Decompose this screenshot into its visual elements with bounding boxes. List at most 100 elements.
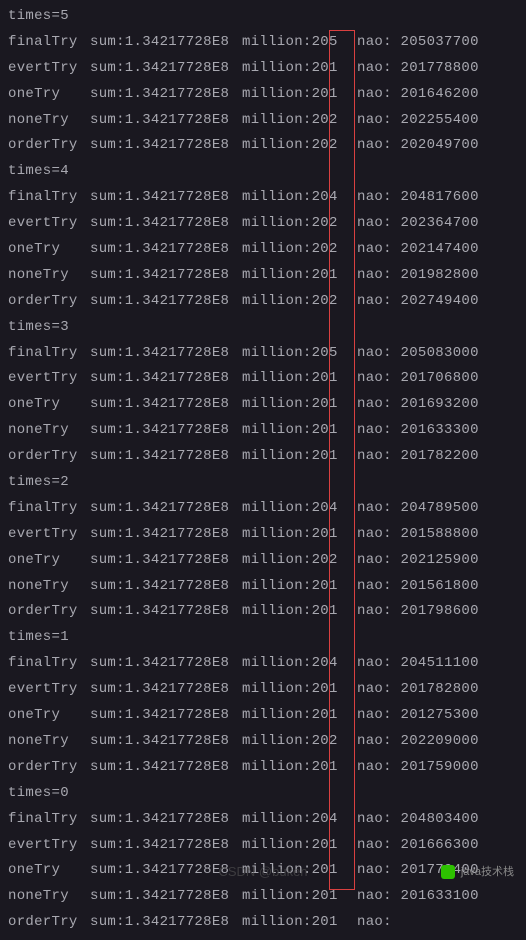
log-row: orderTrysum:1.34217728E8million:201nao: … [8, 599, 518, 625]
times-label: times=5 [8, 4, 518, 30]
col-nao: nao: 204789500 [357, 496, 479, 522]
log-row: evertTrysum:1.34217728E8million:201nao: … [8, 833, 518, 859]
col-million: million:204 [242, 496, 357, 522]
log-row: noneTrysum:1.34217728E8million:201nao: 2… [8, 574, 518, 600]
col-sum: sum:1.34217728E8 [90, 651, 242, 677]
col-million: million:202 [242, 108, 357, 134]
col-nao: nao: [357, 910, 401, 936]
log-row: noneTrysum:1.34217728E8million:202nao: 2… [8, 729, 518, 755]
col-name: finalTry [8, 30, 90, 56]
col-sum: sum:1.34217728E8 [90, 807, 242, 833]
col-sum: sum:1.34217728E8 [90, 263, 242, 289]
times-label: times=0 [8, 781, 518, 807]
log-row: oneTrysum:1.34217728E8million:201nao: 20… [8, 82, 518, 108]
col-nao: nao: 201706800 [357, 366, 479, 392]
col-million: million:202 [242, 729, 357, 755]
col-million: million:201 [242, 56, 357, 82]
times-label: times=3 [8, 315, 518, 341]
col-name: evertTry [8, 833, 90, 859]
col-million: million:201 [242, 677, 357, 703]
log-row: orderTrysum:1.34217728E8million:202nao: … [8, 133, 518, 159]
log-row: evertTrysum:1.34217728E8million:201nao: … [8, 677, 518, 703]
col-million: million:204 [242, 185, 357, 211]
log-row: finalTrysum:1.34217728E8million:204nao: … [8, 651, 518, 677]
col-million: million:201 [242, 263, 357, 289]
col-sum: sum:1.34217728E8 [90, 211, 242, 237]
col-million: million:201 [242, 82, 357, 108]
col-name: oneTry [8, 82, 90, 108]
wechat-icon [441, 865, 455, 879]
col-sum: sum:1.34217728E8 [90, 82, 242, 108]
col-name: noneTry [8, 418, 90, 444]
col-name: finalTry [8, 496, 90, 522]
col-name: evertTry [8, 56, 90, 82]
col-million: million:202 [242, 237, 357, 263]
col-sum: sum:1.34217728E8 [90, 392, 242, 418]
col-sum: sum:1.34217728E8 [90, 677, 242, 703]
log-row: evertTrysum:1.34217728E8million:201nao: … [8, 366, 518, 392]
col-million: million:202 [242, 133, 357, 159]
col-million: million:202 [242, 548, 357, 574]
log-row: evertTrysum:1.34217728E8million:201nao: … [8, 522, 518, 548]
wechat-watermark: java技术栈 [441, 862, 514, 882]
col-sum: sum:1.34217728E8 [90, 418, 242, 444]
col-nao: nao: 202255400 [357, 108, 479, 134]
col-name: finalTry [8, 651, 90, 677]
col-sum: sum:1.34217728E8 [90, 884, 242, 910]
col-nao: nao: 204803400 [357, 807, 479, 833]
col-name: finalTry [8, 341, 90, 367]
col-sum: sum:1.34217728E8 [90, 833, 242, 859]
log-row: noneTrysum:1.34217728E8million:201nao: 2… [8, 884, 518, 910]
col-sum: sum:1.34217728E8 [90, 108, 242, 134]
col-sum: sum:1.34217728E8 [90, 30, 242, 56]
log-row: orderTrysum:1.34217728E8million:202nao: … [8, 289, 518, 315]
col-nao: nao: 201798600 [357, 599, 479, 625]
col-name: finalTry [8, 185, 90, 211]
col-name: noneTry [8, 108, 90, 134]
col-name: orderTry [8, 133, 90, 159]
console-output: times=5finalTrysum:1.34217728E8million:2… [0, 0, 526, 940]
col-million: million:205 [242, 341, 357, 367]
col-sum: sum:1.34217728E8 [90, 729, 242, 755]
log-row: orderTrysum:1.34217728E8million:201nao: … [8, 755, 518, 781]
col-nao: nao: 202749400 [357, 289, 479, 315]
col-name: orderTry [8, 289, 90, 315]
col-name: evertTry [8, 366, 90, 392]
col-nao: nao: 204511100 [357, 651, 479, 677]
col-sum: sum:1.34217728E8 [90, 237, 242, 263]
col-million: million:201 [242, 755, 357, 781]
log-row: finalTrysum:1.34217728E8million:204nao: … [8, 807, 518, 833]
col-sum: sum:1.34217728E8 [90, 910, 242, 936]
col-name: noneTry [8, 729, 90, 755]
col-name: oneTry [8, 237, 90, 263]
col-nao: nao: 202147400 [357, 237, 479, 263]
col-nao: nao: 201982800 [357, 263, 479, 289]
log-row: oneTrysum:1.34217728E8million:201nao: 20… [8, 703, 518, 729]
col-name: orderTry [8, 755, 90, 781]
col-name: evertTry [8, 677, 90, 703]
col-million: million:201 [242, 910, 357, 936]
col-nao: nao: 201275300 [357, 703, 479, 729]
csdn-watermark: CSDN @buken [218, 860, 307, 884]
col-million: million:201 [242, 884, 357, 910]
col-name: finalTry [8, 807, 90, 833]
log-row: oneTrysum:1.34217728E8million:201nao: 20… [8, 392, 518, 418]
col-sum: sum:1.34217728E8 [90, 496, 242, 522]
col-nao: nao: 202364700 [357, 211, 479, 237]
log-row: orderTrysum:1.34217728E8million:201nao: [8, 910, 518, 936]
col-nao: nao: 205037700 [357, 30, 479, 56]
col-nao: nao: 201646200 [357, 82, 479, 108]
col-million: million:201 [242, 833, 357, 859]
log-row: finalTrysum:1.34217728E8million:205nao: … [8, 341, 518, 367]
col-sum: sum:1.34217728E8 [90, 599, 242, 625]
log-row: noneTrysum:1.34217728E8million:201nao: 2… [8, 418, 518, 444]
col-nao: nao: 201633100 [357, 884, 479, 910]
log-row: noneTrysum:1.34217728E8million:202nao: 2… [8, 108, 518, 134]
log-row: oneTrysum:1.34217728E8million:202nao: 20… [8, 548, 518, 574]
col-nao: nao: 201561800 [357, 574, 479, 600]
col-sum: sum:1.34217728E8 [90, 56, 242, 82]
col-sum: sum:1.34217728E8 [90, 548, 242, 574]
col-million: million:201 [242, 599, 357, 625]
col-million: million:201 [242, 418, 357, 444]
col-sum: sum:1.34217728E8 [90, 703, 242, 729]
